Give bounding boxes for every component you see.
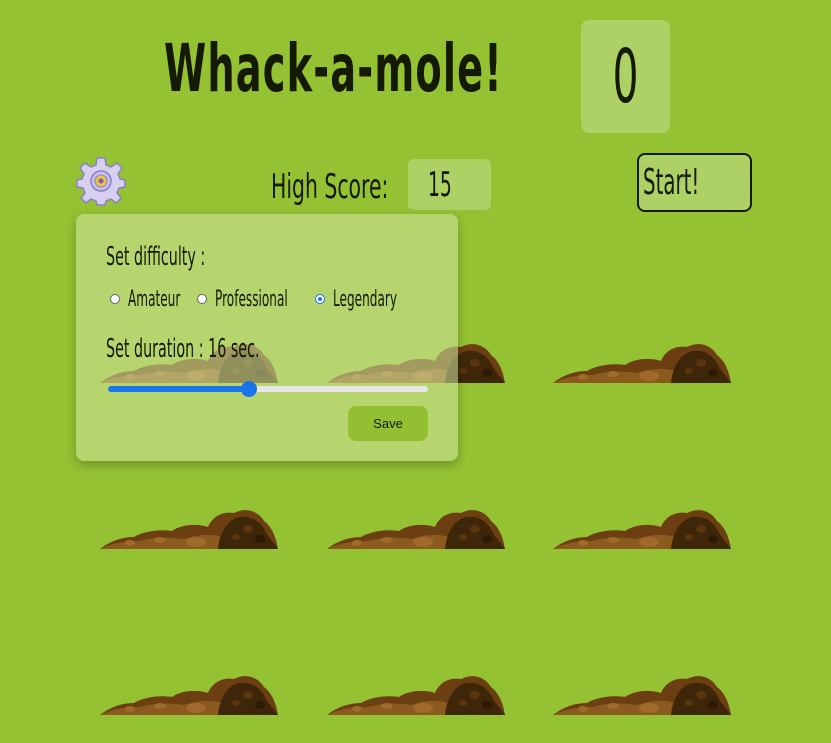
difficulty-label: Set difficulty :	[106, 242, 206, 272]
dirt-mound-icon[interactable]	[553, 673, 731, 715]
dirt-mound-icon[interactable]	[100, 673, 278, 715]
high-score-value: 15	[427, 164, 452, 205]
radio-professional[interactable]	[197, 294, 207, 304]
dirt-mound-icon[interactable]	[553, 341, 731, 383]
dirt-mound-icon[interactable]	[100, 507, 278, 549]
high-score-label: High Score:	[271, 167, 389, 207]
score-value: 0	[612, 33, 639, 120]
difficulty-option-amateur[interactable]: Amateur	[110, 287, 197, 312]
score-display: 0	[581, 20, 670, 133]
high-score-display: 15	[408, 159, 491, 210]
radio-amateur[interactable]	[110, 294, 120, 304]
start-button-label: Start!	[643, 161, 700, 203]
duration-label: Set duration : 16 sec.	[106, 334, 260, 364]
dirt-mound-icon[interactable]	[553, 507, 731, 549]
dirt-mound-icon[interactable]	[327, 673, 505, 715]
difficulty-option-legendary[interactable]: Legendary	[315, 287, 449, 312]
gear-icon[interactable]	[76, 156, 126, 206]
radio-professional-label: Professional	[215, 286, 288, 312]
duration-slider-fill	[108, 386, 249, 392]
radio-amateur-label: Amateur	[128, 286, 181, 312]
start-button[interactable]: Start!	[637, 153, 752, 212]
difficulty-options: Amateur Professional Legendary	[110, 287, 449, 312]
settings-panel: Set difficulty : Amateur Professional Le…	[76, 214, 458, 461]
save-button[interactable]: Save	[348, 406, 428, 441]
radio-legendary[interactable]	[315, 294, 325, 304]
duration-slider-thumb[interactable]	[240, 381, 257, 397]
radio-legendary-label: Legendary	[333, 286, 397, 312]
game-page: Whack-a-mole! 0 High Score: 15 Start! Se…	[0, 0, 831, 743]
difficulty-option-professional[interactable]: Professional	[197, 287, 315, 312]
dirt-mound-icon[interactable]	[327, 507, 505, 549]
game-title: Whack-a-mole!	[164, 30, 503, 107]
duration-slider[interactable]	[108, 381, 428, 397]
